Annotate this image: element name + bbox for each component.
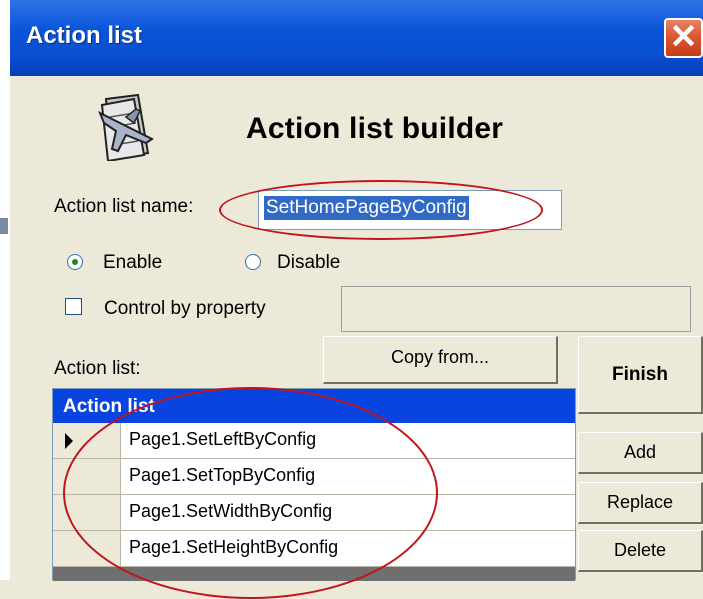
airplane-document-icon (98, 93, 154, 161)
enable-radio[interactable] (67, 254, 83, 270)
radio-selected-dot (72, 259, 78, 265)
add-button[interactable]: Add (578, 432, 703, 474)
copy-from-button[interactable]: Copy from... (323, 336, 558, 384)
delete-button[interactable]: Delete (578, 530, 703, 572)
control-by-property-label: Control by property (104, 298, 266, 319)
action-list-label: Action list: (54, 358, 141, 379)
background-window-edge (0, 0, 10, 580)
finish-button[interactable]: Finish (578, 336, 703, 414)
enable-label: Enable (103, 252, 163, 273)
window-title: Action list (26, 22, 143, 49)
replace-button[interactable]: Replace (578, 482, 703, 524)
property-field[interactable] (341, 286, 691, 332)
action-list-name-label: Action list name: (54, 196, 194, 217)
control-by-property-checkbox[interactable] (65, 298, 82, 315)
close-icon: ✕ (669, 18, 698, 56)
disable-radio[interactable] (245, 254, 261, 270)
close-button[interactable]: ✕ (664, 18, 703, 58)
annotation-ellipse-list (63, 387, 438, 599)
builder-title: Action list builder (246, 112, 504, 145)
annotation-ellipse-name (219, 180, 543, 240)
disable-label: Disable (277, 252, 341, 273)
current-row-arrow-icon (65, 433, 73, 449)
background-window-control (0, 218, 8, 234)
